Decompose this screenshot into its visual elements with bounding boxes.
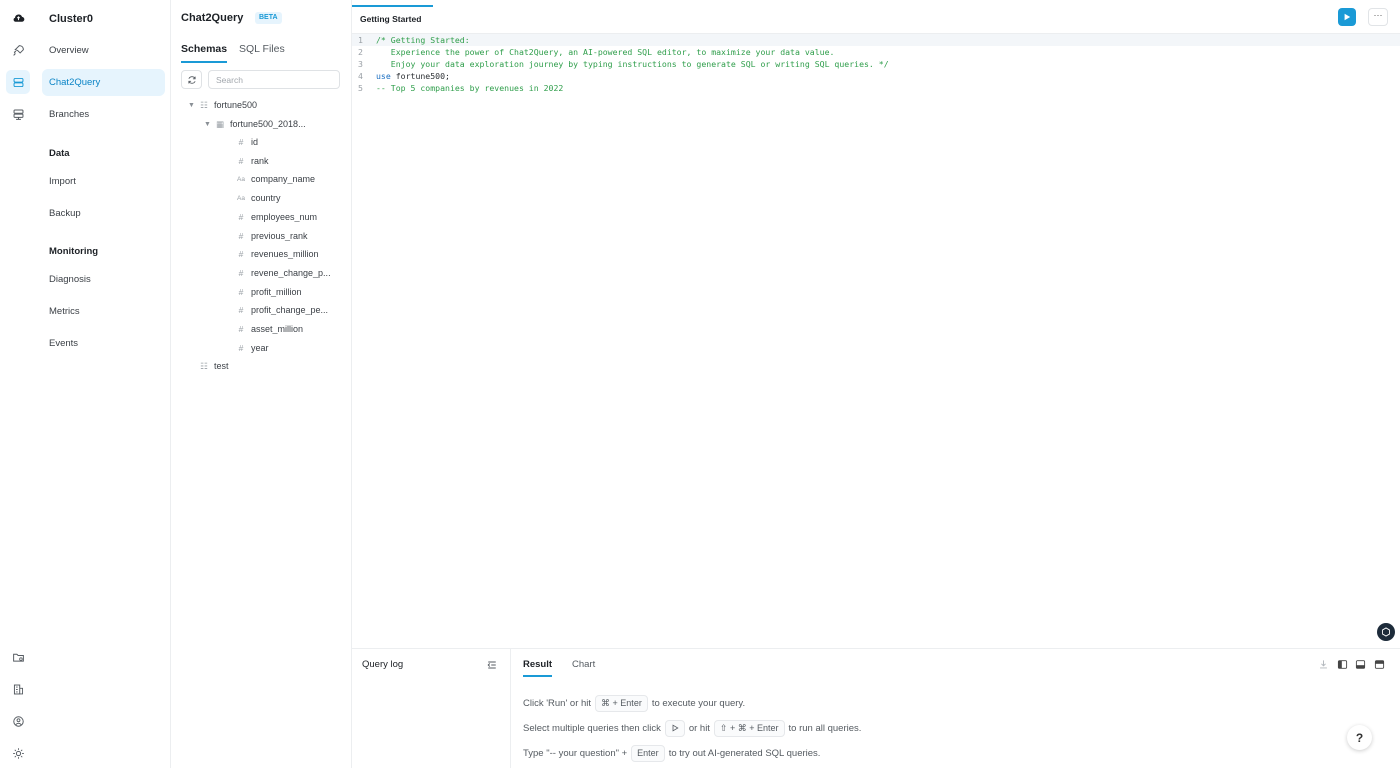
folder-settings-icon[interactable] xyxy=(6,645,30,669)
tab-chart[interactable]: Chart xyxy=(572,659,595,677)
shortcut-key: Enter xyxy=(631,745,665,762)
nav-section-data: Data xyxy=(49,148,70,159)
nav-item-metrics[interactable]: Metrics xyxy=(42,298,165,325)
tab-result[interactable]: Result xyxy=(523,659,553,677)
tree-column[interactable]: # profit_change_pe... xyxy=(235,301,347,319)
tree-column[interactable]: # profit_million xyxy=(235,283,347,301)
sql-editor: Getting Started ··· 1/* Getting Started:… xyxy=(352,0,1400,648)
tree-column[interactable]: # id xyxy=(235,133,347,151)
database-icon[interactable] xyxy=(6,70,30,94)
refresh-button[interactable] xyxy=(181,70,202,89)
hint-run: Click 'Run' or hit ⌘ + Enter to execute … xyxy=(523,695,745,712)
text-type-icon: Aa xyxy=(237,175,245,183)
play-key xyxy=(664,720,685,737)
run-button[interactable] xyxy=(1338,8,1356,26)
code-line: 1/* Getting Started: xyxy=(352,34,1400,46)
play-icon xyxy=(1344,13,1351,21)
number-type-icon: # xyxy=(238,286,244,297)
layout-top-icon[interactable] xyxy=(1374,659,1385,670)
icon-rail xyxy=(0,0,36,768)
tree-column[interactable]: # year xyxy=(235,339,347,357)
ai-assistant-button[interactable] xyxy=(1377,623,1395,641)
panel-title: Chat2Query xyxy=(181,12,244,24)
nav-item-import[interactable]: Import xyxy=(42,168,165,195)
number-type-icon: # xyxy=(238,342,244,353)
help-button[interactable]: ? xyxy=(1347,725,1372,750)
number-type-icon: # xyxy=(238,324,244,334)
tree-column[interactable]: # asset_million xyxy=(235,320,347,338)
number-type-icon: # xyxy=(238,267,244,278)
nav-item-diagnosis[interactable]: Diagnosis xyxy=(42,266,165,293)
layout-left-icon[interactable] xyxy=(1337,659,1348,670)
number-type-icon: # xyxy=(238,211,244,222)
tree-column[interactable]: # revenues_million xyxy=(235,245,347,263)
refresh-icon xyxy=(187,75,196,84)
user-circle-icon[interactable] xyxy=(6,709,30,733)
hint-run-all: Select multiple queries then click or hi… xyxy=(523,720,861,737)
tree-column[interactable]: # rank xyxy=(235,152,347,170)
tab-schemas[interactable]: Schemas xyxy=(181,43,228,63)
code-area[interactable]: 1/* Getting Started: 2 Experience the po… xyxy=(352,34,1400,94)
schema-search-input[interactable] xyxy=(208,70,340,89)
more-button[interactable]: ··· xyxy=(1368,8,1388,26)
nav-section-monitoring: Monitoring xyxy=(49,246,99,257)
database-icon: ☷ xyxy=(200,99,208,110)
tree-column[interactable]: # revene_change_p... xyxy=(235,264,347,282)
caret-down-icon[interactable]: ▼ xyxy=(188,102,198,109)
nav-item-overview[interactable]: Overview xyxy=(42,37,165,64)
schema-panel: Chat2Query BETA Schemas SQL Files ▼ ☷ fo… xyxy=(171,0,352,768)
tree-column[interactable]: Aa company_name xyxy=(235,170,347,188)
hint-ai: Type "-- your question" + Enter to try o… xyxy=(523,745,820,762)
editor-tabbar: Getting Started ··· xyxy=(352,0,1400,34)
tab-sql-files[interactable]: SQL Files xyxy=(239,43,285,63)
code-line: 4 use fortune500; xyxy=(358,71,450,81)
nav-item-events[interactable]: Events xyxy=(42,330,165,357)
tree-db-fortune500[interactable]: ▼ ☷ fortune500 xyxy=(188,96,257,114)
sun-icon[interactable] xyxy=(6,741,30,765)
code-line: 3 Enjoy your data exploration journey by… xyxy=(358,59,889,69)
shortcut-key: ⌘ + Enter xyxy=(595,695,648,712)
server-icon[interactable] xyxy=(6,102,30,126)
app: Cluster0 Overview Chat2Query Branches Da… xyxy=(0,0,1400,768)
query-log-panel: Query log xyxy=(352,649,511,768)
collapse-icon[interactable] xyxy=(486,659,498,671)
layout-bottom-icon[interactable] xyxy=(1355,659,1366,670)
shortcut-key: ⇧ + ⌘ + Enter xyxy=(713,720,785,737)
tree-db-test[interactable]: ☷ test xyxy=(198,357,228,375)
caret-down-icon[interactable]: ▼ xyxy=(204,121,214,128)
cluster-nav: Cluster0 Overview Chat2Query Branches Da… xyxy=(36,0,171,768)
number-type-icon: # xyxy=(238,305,244,316)
code-line: 2 Experience the power of Chat2Query, an… xyxy=(358,47,835,57)
tree-column[interactable]: # employees_num xyxy=(235,208,347,226)
number-type-icon: # xyxy=(238,249,244,260)
nav-item-backup[interactable]: Backup xyxy=(42,200,165,227)
number-type-icon: # xyxy=(238,230,244,241)
tree-column[interactable]: Aa country xyxy=(235,189,347,207)
rocket-icon[interactable] xyxy=(6,38,30,62)
cloud-logo-icon[interactable] xyxy=(6,6,30,30)
table-icon: ▦ xyxy=(215,118,225,129)
tree-column[interactable]: # previous_rank xyxy=(235,227,347,245)
database-icon: ☷ xyxy=(200,360,208,371)
number-type-icon: # xyxy=(238,137,244,147)
download-icon[interactable] xyxy=(1318,659,1329,670)
text-type-icon: Aa xyxy=(237,194,245,202)
hexagon-icon xyxy=(1382,627,1390,637)
cluster-name: Cluster0 xyxy=(49,13,94,25)
tree-table-fortune500-2018[interactable]: ▼ ▦ fortune500_2018... xyxy=(204,115,350,133)
results-panel: Query log Result Chart Click 'Run' or hi… xyxy=(352,648,1400,768)
nav-item-branches[interactable]: Branches xyxy=(42,101,165,128)
query-log-title: Query log xyxy=(362,659,404,670)
nav-item-chat2query[interactable]: Chat2Query xyxy=(42,69,165,96)
code-line: 5 -- Top 5 companies by revenues in 2022 xyxy=(358,83,564,93)
beta-badge: BETA xyxy=(255,12,282,24)
play-outline-icon xyxy=(672,724,679,732)
tab-getting-started[interactable]: Getting Started xyxy=(352,5,433,34)
building-icon[interactable] xyxy=(6,677,30,701)
number-type-icon: # xyxy=(238,155,244,166)
